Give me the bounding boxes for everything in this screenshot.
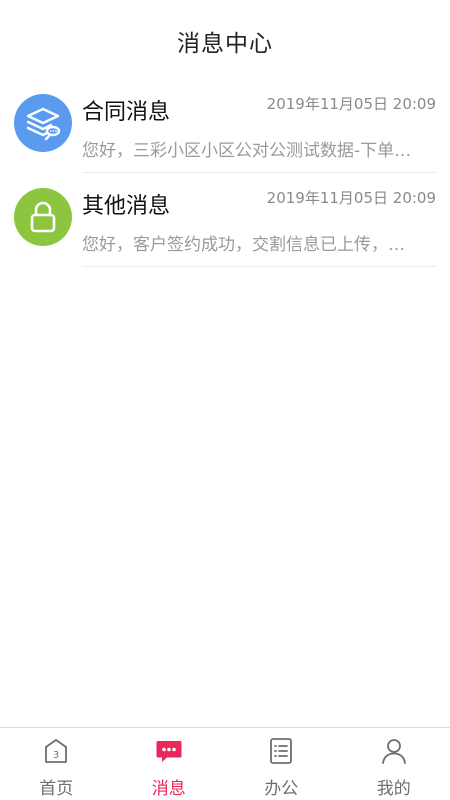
document-icon bbox=[267, 737, 295, 765]
message-item-other[interactable]: 其他消息 2019年11月05日 20:09 您好，客户签约成功，交割信息已上传… bbox=[0, 172, 450, 267]
home-icon: 3 bbox=[42, 737, 70, 765]
tab-label: 办公 bbox=[264, 779, 299, 799]
message-list: 合同消息 2019年11月05日 20:09 您好，三彩小区小区公对公测试数据-… bbox=[0, 78, 450, 267]
lock-icon bbox=[30, 201, 56, 233]
message-item-contract[interactable]: 合同消息 2019年11月05日 20:09 您好，三彩小区小区公对公测试数据-… bbox=[0, 78, 450, 173]
svg-text:3: 3 bbox=[53, 750, 59, 761]
other-avatar bbox=[14, 188, 72, 246]
message-time: 2019年11月05日 20:09 bbox=[266, 95, 436, 113]
tab-message[interactable]: 消息 bbox=[113, 728, 226, 800]
message-title: 其他消息 bbox=[82, 194, 171, 219]
tab-office[interactable]: 办公 bbox=[225, 728, 338, 800]
message-time: 2019年11月05日 20:09 bbox=[266, 189, 436, 207]
page-title: 消息中心 bbox=[177, 31, 273, 57]
bottom-tab-bar: 3 首页 消息 办公 我的 bbox=[0, 727, 450, 800]
message-body: 合同消息 2019年11月05日 20:09 您好，三彩小区小区公对公测试数据-… bbox=[82, 78, 436, 173]
tab-label: 我的 bbox=[376, 779, 411, 799]
message-preview: 您好，三彩小区小区公对公测试数据-下单… bbox=[82, 141, 412, 161]
layers-icon bbox=[26, 107, 61, 141]
header: 消息中心 bbox=[0, 0, 450, 82]
tab-home[interactable]: 3 首页 bbox=[0, 728, 113, 800]
message-preview: 您好，客户签约成功，交割信息已上传，… bbox=[82, 235, 405, 255]
contract-avatar bbox=[14, 94, 72, 152]
tab-mine[interactable]: 我的 bbox=[338, 728, 450, 800]
message-center-page: 消息中心 合同消息 2019年11月05日 20:09 您好，三彩小区小区公对公… bbox=[0, 0, 450, 800]
message-icon bbox=[155, 737, 183, 765]
user-icon bbox=[380, 737, 408, 765]
tab-label: 首页 bbox=[39, 779, 74, 799]
message-body: 其他消息 2019年11月05日 20:09 您好，客户签约成功，交割信息已上传… bbox=[82, 172, 436, 267]
message-title: 合同消息 bbox=[82, 100, 171, 125]
tab-label: 消息 bbox=[151, 779, 186, 799]
